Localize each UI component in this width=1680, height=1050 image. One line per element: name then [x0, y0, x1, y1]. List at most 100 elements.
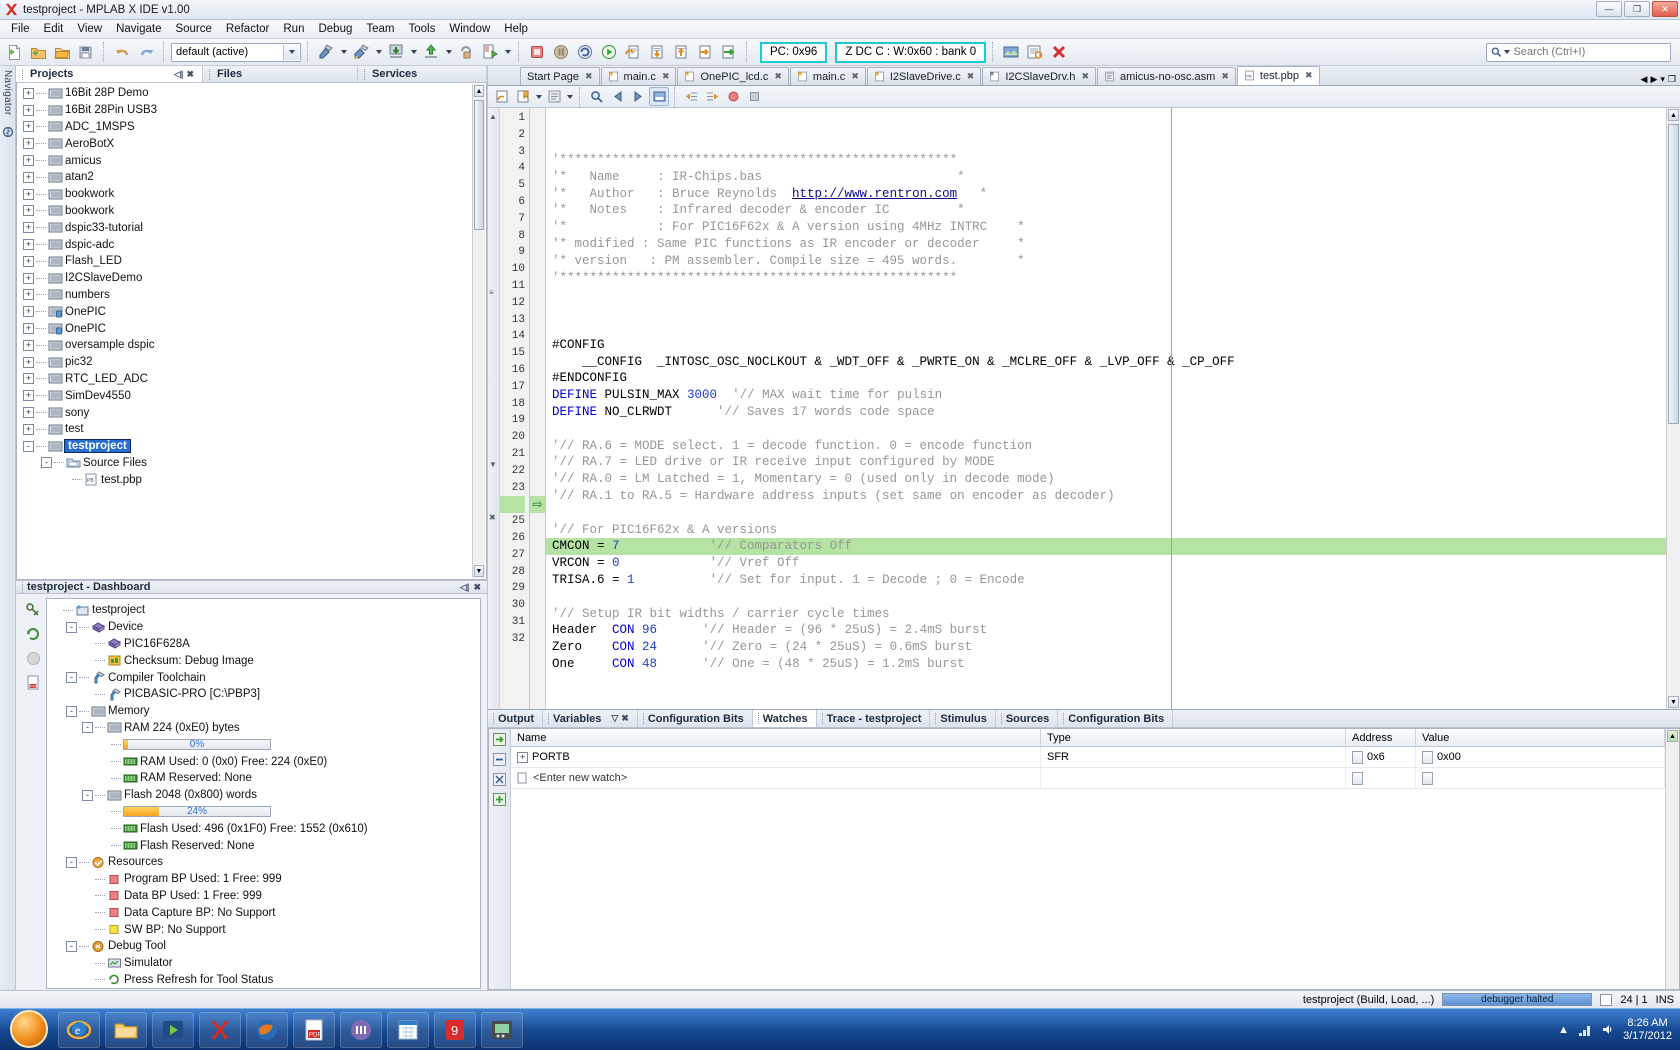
navigator-label[interactable]: Navigator	[2, 70, 13, 116]
close-tab-icon[interactable]: ✖	[585, 71, 593, 82]
comment-dropdown-icon[interactable]	[565, 86, 574, 108]
taskbar-item-media[interactable]	[152, 1012, 194, 1048]
toggle-comment-icon[interactable]	[544, 87, 564, 106]
code-line[interactable]: VRCON = 0 '// Vref Off	[546, 555, 1666, 572]
hold-reset-icon[interactable]	[455, 41, 477, 63]
editor-tab[interactable]: COnePIC_lcd.c✖	[677, 67, 788, 85]
bottom-tab[interactable]: Trace - testproject	[817, 710, 931, 727]
debug-project-icon[interactable]	[479, 41, 501, 63]
code-hyperlink[interactable]: http://www.rentron.com	[792, 187, 957, 201]
tabs-scroll-left-icon[interactable]: ◀	[1641, 74, 1648, 85]
tree-toggle-icon[interactable]: +	[517, 752, 528, 763]
tree-item[interactable]: +16Bit 28P Demo	[23, 85, 486, 102]
find-previous-icon[interactable]	[607, 87, 627, 106]
menu-navigate[interactable]: Navigate	[109, 21, 168, 37]
search-dropdown-icon[interactable]	[1504, 50, 1510, 54]
finish-debug-icon[interactable]	[526, 41, 548, 63]
window-tab-services[interactable]: Services	[358, 66, 487, 82]
minimize-window-icon[interactable]: ◁|	[174, 69, 183, 80]
dashboard-window-tools[interactable]: ◁| ✖	[460, 582, 487, 593]
dashboard-node[interactable]: -RAM 224 (0xE0) bytes	[50, 720, 480, 737]
watch-column-header[interactable]: Name	[511, 729, 1041, 746]
close-tab-icon[interactable]: ✖	[662, 71, 670, 82]
editor-scrollbar[interactable]: ▲ ▼	[1666, 108, 1680, 709]
tree-toggle-icon[interactable]: -	[66, 941, 77, 952]
tree-toggle-icon[interactable]: +	[23, 289, 34, 300]
new-watch-icon[interactable]	[492, 732, 507, 747]
editor-tab[interactable]: Cmain.c✖	[601, 67, 677, 85]
close-window-icon[interactable]: ✖	[473, 582, 481, 593]
bottom-tab[interactable]: Stimulus	[930, 710, 995, 727]
code-line[interactable]: #CONFIG	[546, 337, 1666, 354]
tree-toggle-icon[interactable]: -	[66, 857, 77, 868]
dashboard-node[interactable]: SW BP: No Support	[50, 921, 480, 938]
code-line[interactable]: '// Setup IR bit widths / carrier cycle …	[546, 606, 1666, 623]
undo-icon[interactable]	[111, 41, 133, 63]
dashboard-node[interactable]: -Debug Tool	[50, 938, 480, 955]
minimize-button[interactable]: —	[1596, 1, 1622, 17]
watch-row[interactable]: <Enter new watch>	[511, 768, 1665, 789]
code-line[interactable]: Zero CON 24 '// Zero = (24 * 25uS) = 0.6…	[546, 639, 1666, 656]
code-line[interactable]: CMCON = 7 '// Comparators Off	[546, 538, 1666, 555]
taskbar-item-excel[interactable]	[387, 1012, 429, 1048]
dashboard-node[interactable]: Checksum: Debug Image	[50, 652, 480, 669]
editor-scroll-up-icon[interactable]: ▲	[1668, 109, 1679, 121]
code-line[interactable]: '* Notes : Infrared decoder & encoder IC…	[546, 202, 1666, 219]
value-edit-button[interactable]	[1422, 772, 1433, 785]
refresh-debug-tool-icon[interactable]	[25, 626, 42, 643]
tray-expand-icon[interactable]: ▲	[1558, 1024, 1569, 1036]
code-line[interactable]: '***************************************…	[546, 270, 1666, 287]
watch-cell-value[interactable]: 0x00	[1416, 747, 1665, 767]
tree-item[interactable]: +sony	[23, 404, 486, 421]
memory-view-icon[interactable]	[1000, 41, 1022, 63]
code-line[interactable]	[546, 673, 1666, 690]
taskbar-item-pickit[interactable]: 9	[434, 1012, 476, 1048]
tree-item[interactable]: +pic32	[23, 354, 486, 371]
search-box[interactable]	[1486, 43, 1671, 62]
watch-cell-value[interactable]	[1416, 768, 1665, 788]
projects-scrollbar[interactable]: ▲ ▼	[472, 84, 485, 578]
tree-toggle-icon[interactable]: +	[23, 155, 34, 166]
tree-item[interactable]: +dspic-adc	[23, 236, 486, 253]
close-tab-icon[interactable]: ✖	[1221, 71, 1229, 82]
code-line[interactable]: #ENDCONFIG	[546, 370, 1666, 387]
tree-item[interactable]: PBtest.pbp	[23, 471, 486, 488]
start-macro-icon[interactable]	[723, 87, 743, 106]
clean-build-icon[interactable]	[350, 41, 372, 63]
watch-cell-name[interactable]: +PORTB	[511, 747, 1041, 767]
tree-item[interactable]: +AeroBotX	[23, 135, 486, 152]
menu-tools[interactable]: Tools	[402, 21, 443, 37]
tree-toggle-icon[interactable]: +	[23, 357, 34, 368]
watch-column-header[interactable]: Value	[1416, 729, 1665, 746]
tabs-list-icon[interactable]: ▾	[1660, 74, 1665, 85]
tree-item[interactable]: +numbers	[23, 287, 486, 304]
menu-debug[interactable]: Debug	[311, 21, 359, 37]
tree-item[interactable]: +atan2	[23, 169, 486, 186]
menu-run[interactable]: Run	[276, 21, 311, 37]
watch-cell-address[interactable]: 0x6	[1346, 747, 1416, 767]
menu-help[interactable]: Help	[497, 21, 535, 37]
code-line[interactable]: '// RA.7 = LED drive or IR receive input…	[546, 454, 1666, 471]
filter-icon[interactable]: ▽	[611, 713, 618, 724]
code-line[interactable]: '* version : PM assembler. Compile size …	[546, 253, 1666, 270]
watch-cell-address[interactable]	[1346, 768, 1416, 788]
dashboard-node[interactable]: 0%	[50, 736, 480, 753]
bottom-tab[interactable]: Output	[488, 710, 543, 727]
code-line[interactable]	[546, 320, 1666, 337]
tree-toggle-icon[interactable]: +	[23, 138, 34, 149]
tree-item[interactable]: +I2CSlaveDemo	[23, 270, 486, 287]
dashboard-node[interactable]: Program BP Used: 1 Free: 999	[50, 871, 480, 888]
code-line[interactable]	[546, 505, 1666, 522]
editor-tab-scrollers[interactable]: ◀ ▶ ▾ ❐	[1641, 74, 1680, 85]
close-tab-icon[interactable]: ✖	[774, 71, 782, 82]
tree-toggle-icon[interactable]: +	[23, 323, 34, 334]
code-line[interactable]: Header CON 96 '// Header = (96 * 25uS) =…	[546, 622, 1666, 639]
tree-toggle-icon[interactable]: -	[82, 722, 93, 733]
editor-scroll-thumb[interactable]	[1668, 124, 1679, 424]
projects-tree-pane[interactable]: +16Bit 28P Demo+16Bit 28Pin USB3+ADC_1MS…	[16, 83, 487, 580]
code-content[interactable]: '***************************************…	[546, 108, 1666, 709]
dashboard-node[interactable]: -Device	[50, 619, 480, 636]
editor-tab[interactable]: HI2CSlaveDrv.h✖	[982, 67, 1096, 85]
close-button[interactable]: ✕	[1652, 1, 1678, 17]
step-into-icon[interactable]	[646, 41, 668, 63]
